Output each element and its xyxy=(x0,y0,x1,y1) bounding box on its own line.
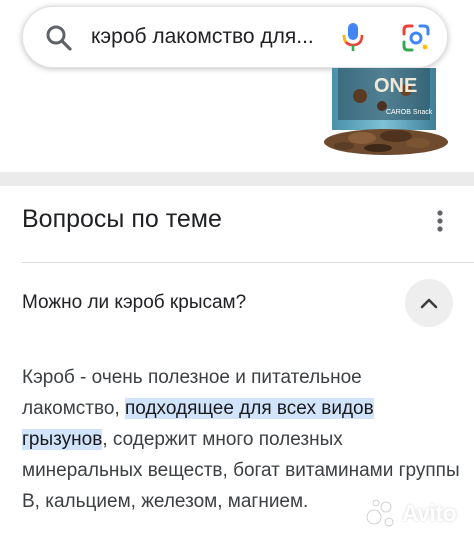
product-sub-label: CAROB Snack xyxy=(386,109,433,116)
product-brand-label: ONE xyxy=(374,75,417,97)
question-text[interactable]: Можно ли кэроб крысам? xyxy=(22,292,246,314)
product-image[interactable]: ONE CAROB Snack xyxy=(314,68,456,160)
search-bar[interactable]: кэроб лакомство для... xyxy=(22,6,448,68)
section-divider xyxy=(0,172,474,186)
microphone-icon[interactable] xyxy=(341,21,365,53)
section-title: Вопросы по теме xyxy=(22,205,222,233)
chevron-up-icon xyxy=(420,298,438,309)
search-icon[interactable] xyxy=(45,24,73,52)
avito-logo-icon xyxy=(366,499,394,527)
question-item[interactable]: Можно ли кэроб крысам? xyxy=(0,262,474,342)
google-lens-icon[interactable] xyxy=(401,23,431,53)
collapse-button[interactable] xyxy=(405,279,453,327)
avito-watermark: Avito xyxy=(366,497,466,533)
watermark-text: Avito xyxy=(402,500,457,526)
answer-text: Кэроб - очень полезное и питательное лак… xyxy=(22,362,462,517)
more-options-icon[interactable] xyxy=(434,208,446,234)
search-query[interactable]: кэроб лакомство для... xyxy=(91,25,314,49)
